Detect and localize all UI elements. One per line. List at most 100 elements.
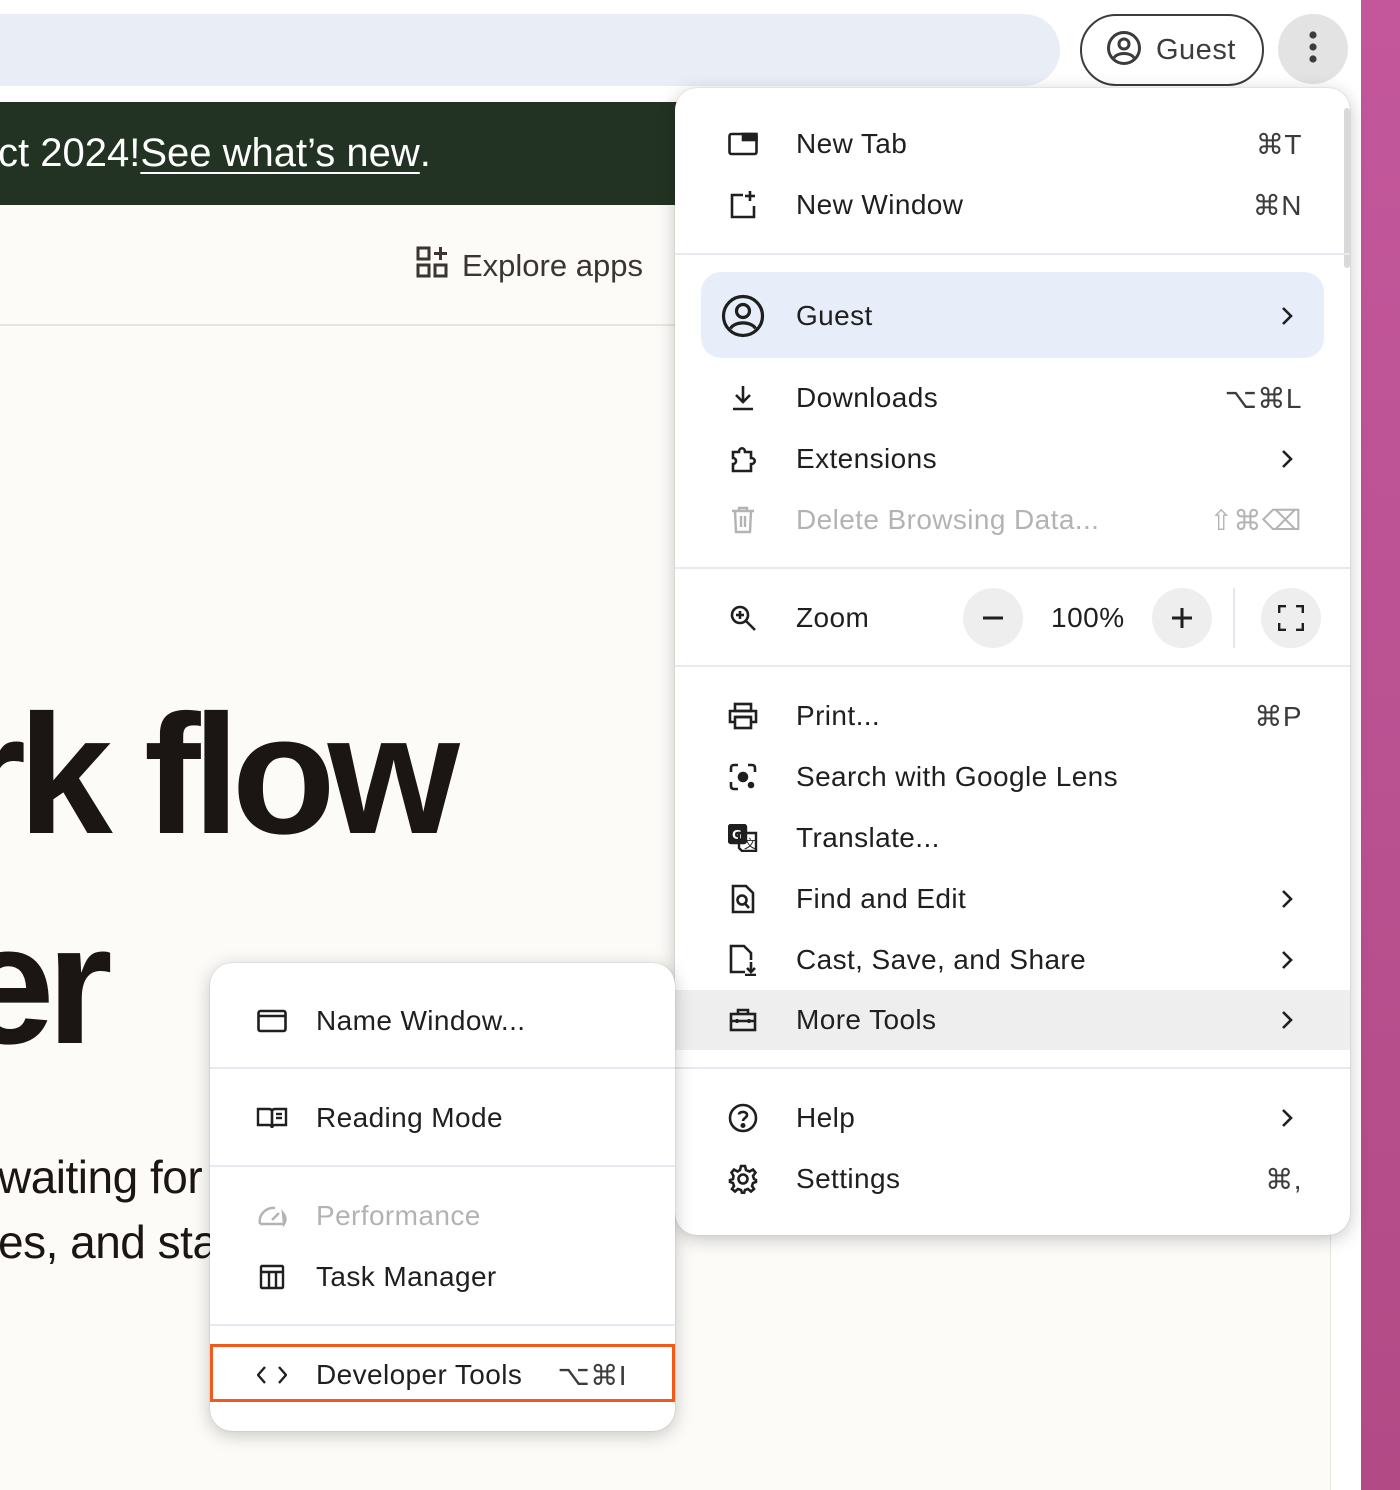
- svg-text:文: 文: [744, 836, 756, 851]
- menu-item-find-and-edit[interactable]: Find and Edit: [675, 869, 1350, 929]
- zoom-divider: [1233, 588, 1235, 648]
- zoom-out-button[interactable]: [963, 588, 1023, 648]
- more-vert-icon: [1308, 30, 1318, 69]
- browser-toolbar: Guest: [0, 0, 1361, 100]
- chevron-right-icon: [1276, 949, 1298, 971]
- minus-icon: [983, 616, 1003, 620]
- chrome-menu-button[interactable]: [1278, 14, 1348, 84]
- menu-item-new-window[interactable]: New Window ⌘N: [675, 175, 1350, 235]
- menu-item-label: Search with Google Lens: [796, 761, 1119, 792]
- download-icon: [725, 380, 761, 416]
- zoom-level: 100%: [1051, 602, 1125, 633]
- submenu-item-label: Task Manager: [316, 1261, 497, 1292]
- profile-button[interactable]: Guest: [1080, 14, 1264, 86]
- submenu-item-label: Name Window...: [316, 1005, 526, 1036]
- menu-separator: [675, 665, 1350, 667]
- menu-item-label: Guest: [796, 300, 873, 331]
- chevron-right-icon: [1276, 888, 1298, 910]
- zoom-in-icon: [725, 600, 761, 636]
- apps-grid-icon: [416, 246, 448, 286]
- menu-item-guest[interactable]: Guest: [675, 286, 1350, 346]
- window-icon: [254, 1003, 290, 1039]
- explore-apps-link[interactable]: Explore apps: [416, 246, 643, 286]
- explore-apps-label: Explore apps: [462, 248, 643, 283]
- menu-item-shortcut: ⌥⌘L: [1224, 382, 1302, 414]
- menu-item-label: New Tab: [796, 128, 908, 159]
- hero-subtext-line-1: waiting for: [0, 1151, 203, 1203]
- submenu-item-task-manager[interactable]: Task Manager: [210, 1247, 675, 1307]
- menu-item-label: Delete Browsing Data...: [796, 504, 1100, 535]
- menu-item-zoom: Zoom 100%: [675, 588, 1350, 648]
- chevron-right-icon: [1276, 1009, 1298, 1031]
- help-icon: [725, 1100, 761, 1136]
- address-bar[interactable]: [0, 14, 1060, 86]
- fullscreen-button[interactable]: [1261, 588, 1321, 648]
- menu-item-label: Settings: [796, 1163, 901, 1194]
- menu-item-downloads[interactable]: Downloads ⌥⌘L: [675, 368, 1350, 428]
- menu-item-label: Downloads: [796, 382, 939, 413]
- menu-item-label: Extensions: [796, 443, 937, 474]
- menu-item-label: New Window: [796, 189, 964, 220]
- fullscreen-icon: [1278, 605, 1304, 631]
- banner-suffix: .: [419, 131, 431, 175]
- print-icon: [725, 698, 761, 734]
- menu-item-label: Print...: [796, 700, 881, 731]
- menu-item-translate[interactable]: G文 Translate...: [675, 808, 1350, 868]
- banner-link[interactable]: See what’s new: [140, 131, 419, 176]
- submenu-separator: [210, 1324, 675, 1326]
- account-circle-icon: [721, 294, 765, 338]
- menu-item-settings[interactable]: Settings ⌘,: [675, 1149, 1350, 1209]
- menu-item-cast-save-share[interactable]: Cast, Save, and Share: [675, 930, 1350, 990]
- zoom-in-button[interactable]: [1152, 588, 1212, 648]
- menu-item-label: Translate...: [796, 822, 940, 853]
- task-manager-icon: [254, 1259, 290, 1295]
- submenu-item-performance: Performance: [210, 1186, 675, 1246]
- translate-icon: G文: [725, 820, 761, 856]
- chrome-main-menu: New Tab ⌘T New Window ⌘N Guest Downloads…: [675, 88, 1350, 1235]
- menu-separator: [675, 1067, 1350, 1069]
- banner-text: ct 2024!: [0, 131, 141, 175]
- chevron-right-icon: [1276, 1107, 1298, 1129]
- puzzle-icon: [725, 441, 761, 477]
- menu-item-label: Cast, Save, and Share: [796, 944, 1087, 975]
- toolbox-icon: [725, 1002, 761, 1038]
- menu-item-help[interactable]: Help: [675, 1088, 1350, 1148]
- menu-separator: [675, 253, 1350, 255]
- chevron-right-icon: [1276, 305, 1298, 327]
- menu-item-shortcut: ⇧⌘⌫: [1209, 504, 1302, 536]
- menu-item-shortcut: ⌘T: [1255, 128, 1302, 160]
- more-tools-submenu: Name Window... Reading Mode Performance …: [210, 963, 675, 1431]
- menu-item-print[interactable]: Print... ⌘P: [675, 686, 1350, 746]
- menu-item-shortcut: ⌘N: [1252, 189, 1302, 221]
- submenu-item-name-window[interactable]: Name Window...: [210, 991, 675, 1051]
- trash-icon: [725, 502, 761, 538]
- menu-item-label: Find and Edit: [796, 883, 967, 914]
- menu-item-label: Zoom: [796, 602, 870, 633]
- reading-mode-icon: [254, 1100, 290, 1136]
- gear-icon: [725, 1161, 761, 1197]
- google-lens-icon: [725, 759, 761, 795]
- hero-heading-line-2: er: [0, 890, 113, 1080]
- menu-item-more-tools[interactable]: More Tools: [675, 990, 1350, 1050]
- speed-gauge-icon: [254, 1198, 290, 1234]
- plus-icon: [1172, 608, 1192, 628]
- new-tab-icon: [725, 126, 761, 162]
- hero-subtext-line-2: es, and sta: [0, 1216, 218, 1268]
- developer-tools-highlight-box: [210, 1344, 675, 1402]
- menu-separator: [675, 567, 1350, 569]
- menu-item-label: More Tools: [796, 1004, 937, 1035]
- menu-item-new-tab[interactable]: New Tab ⌘T: [675, 114, 1350, 174]
- menu-item-google-lens[interactable]: Search with Google Lens: [675, 747, 1350, 807]
- menu-item-extensions[interactable]: Extensions: [675, 429, 1350, 489]
- submenu-item-label: Performance: [316, 1200, 481, 1231]
- desktop-background: [1361, 0, 1400, 1490]
- menu-item-shortcut: ⌘,: [1265, 1163, 1302, 1195]
- profile-label: Guest: [1156, 33, 1236, 66]
- account-circle-icon: [1106, 30, 1142, 71]
- new-window-icon: [725, 187, 761, 223]
- svg-text:G: G: [732, 828, 742, 842]
- file-save-icon: [725, 942, 761, 978]
- menu-item-shortcut: ⌘P: [1254, 700, 1302, 732]
- submenu-item-label: Reading Mode: [316, 1102, 503, 1133]
- submenu-item-reading-mode[interactable]: Reading Mode: [210, 1088, 675, 1148]
